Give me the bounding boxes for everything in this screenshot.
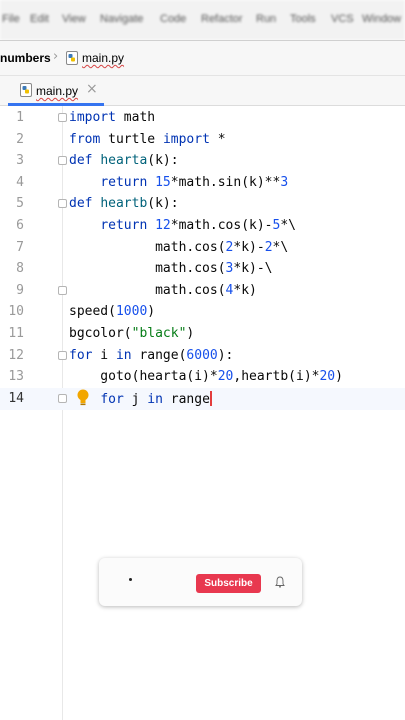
code-line[interactable]: 10 speed(1000) [0,301,405,323]
fold-marker-icon[interactable] [58,156,67,166]
code-line[interactable]: 14 for j in range [0,387,405,410]
navigation-bar: numbers › main.py [0,40,405,76]
line-number: 9 [16,282,24,298]
code-text: for j in range [100,390,212,407]
code-text: def hearta(k): [69,153,179,169]
code-line[interactable]: 8 math.cos(3*k)-\ [0,258,405,280]
code-text: for i in range(6000): [69,347,234,363]
menu-bar: File Edit View Navigate Code Refactor Run Tools… [0,0,405,40]
code-text: speed(1000) [69,304,156,320]
code-text: goto(hearta(i)*20,heartb(i)*20) [69,369,343,385]
menu-item-tools[interactable]: Tools [290,13,316,25]
menu-item-edit[interactable]: Edit [30,13,49,25]
fold-marker-icon[interactable] [58,285,67,295]
python-file-icon [20,83,32,97]
line-number: 1 [16,110,24,125]
menu-item-file[interactable]: File [2,13,20,25]
bell-icon[interactable] [275,576,285,588]
code-line[interactable]: 4 return 15*math.sin(k)**3 [0,172,405,194]
code-text: bgcolor("black") [69,326,195,341]
text-caret [209,390,212,406]
breadcrumb-project[interactable]: numbers [0,51,51,65]
popup-dot [129,578,132,581]
line-number: 5 [16,196,24,212]
fold-marker-icon[interactable] [58,350,67,360]
line-number: 12 [8,347,24,363]
breadcrumb-file[interactable]: main.py [82,51,124,65]
code-text: math.cos(4*k) [69,282,257,298]
close-icon[interactable]: × [86,81,98,97]
line-number: 11 [8,326,24,341]
line-number: 4 [16,174,24,190]
code-text: import math [69,110,156,125]
code-line[interactable]: 9 math.cos(4*k) [0,280,405,302]
tab-main-py[interactable]: main.py × [8,76,104,106]
code-line[interactable]: 7 math.cos(2*k)-2*\ [0,237,405,259]
breadcrumb-separator-icon: › [53,49,59,64]
code-line[interactable]: 6 return 12*math.cos(k)-5*\ [0,215,405,237]
code-line[interactable]: 11 bgcolor("black") [0,323,405,345]
code-line[interactable]: 13 goto(hearta(i)*20,heartb(i)*20) [0,366,405,388]
python-file-icon [66,51,78,65]
code-line[interactable]: 2 from turtle import * [0,129,405,151]
menu-item-view[interactable]: View [62,13,86,25]
code-text: math.cos(3*k)-\ [69,261,273,277]
code-line[interactable]: 1 import math [0,107,405,129]
subscribe-button[interactable]: Subscribe [196,574,261,593]
line-number: 6 [16,218,24,233]
code-line[interactable]: 5 def heartb(k): [0,193,405,215]
line-number: 13 [8,369,24,385]
line-number: 14 [8,390,24,406]
code-text: return 15*math.sin(k)**3 [100,174,289,190]
menu-item-code[interactable]: Code [160,13,186,25]
fold-marker-icon[interactable] [58,393,67,403]
code-text: from turtle import * [69,131,226,147]
code-text: return 12*math.cos(k)-5*\ [100,218,296,233]
menu-item-vcs[interactable]: VCS [331,13,354,25]
code-line[interactable]: 12 for i in range(6000): [0,345,405,367]
line-number: 7 [16,239,24,255]
menu-item-window[interactable]: Window [362,13,401,25]
code-editor[interactable]: 1 import math 2 from turtle import * 3 def he… [0,106,405,720]
menu-item-run[interactable]: Run [256,13,276,25]
code-line[interactable]: 3 def hearta(k): [0,150,405,172]
menu-item-navigate[interactable]: Navigate [100,13,143,25]
code-text: def heartb(k): [69,196,179,212]
menu-item-refactor[interactable]: Refactor [201,13,243,25]
tab-label: main.py [36,84,79,98]
subscribe-popup: Subscribe [99,558,302,606]
line-number: 10 [8,304,24,320]
line-number: 2 [16,131,24,147]
code-text: math.cos(2*k)-2*\ [69,239,289,255]
line-number: 8 [16,261,24,277]
line-number: 3 [16,153,24,169]
editor-tab-bar: main.py × [0,76,405,106]
fold-marker-icon[interactable] [58,199,67,209]
fold-marker-icon[interactable] [58,113,67,122]
